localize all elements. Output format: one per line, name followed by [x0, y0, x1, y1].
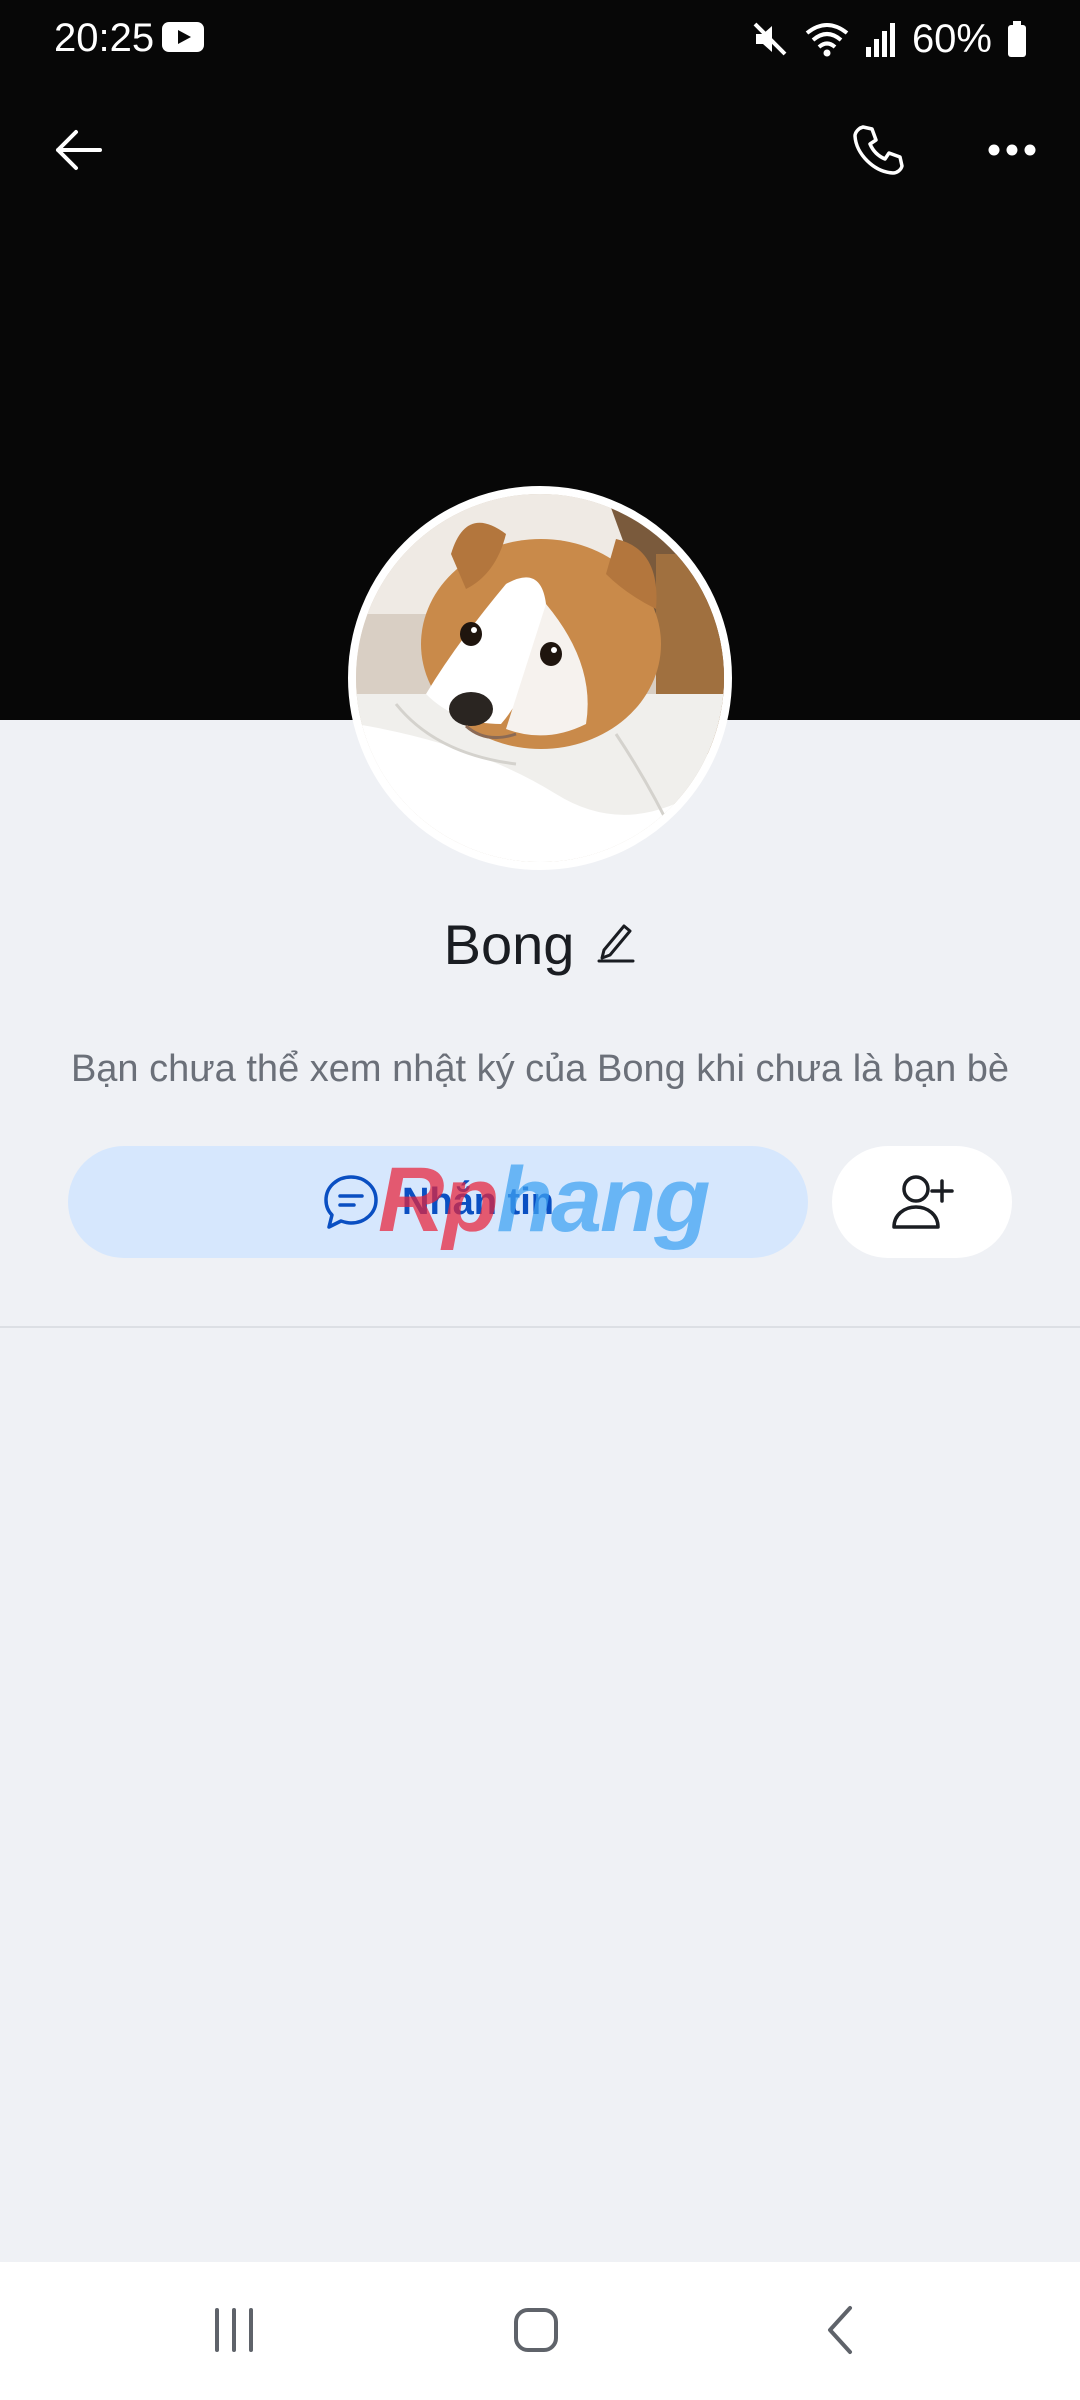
avatar[interactable]: [348, 486, 732, 870]
signal-icon: [865, 23, 895, 57]
status-icons: 60%: [750, 14, 1028, 64]
system-back-icon: [828, 2306, 852, 2354]
section-divider: [0, 1326, 1080, 1328]
status-time: 20:25: [54, 16, 155, 60]
edit-name-button[interactable]: [596, 912, 636, 977]
profile-name-row: Bong: [0, 912, 1080, 977]
battery-icon: [1008, 21, 1026, 57]
message-button-label: Nhắn tin: [402, 1180, 554, 1223]
back-arrow-icon: [56, 130, 102, 170]
back-button[interactable]: [38, 110, 118, 190]
chat-bubble-icon: [324, 1175, 378, 1229]
pencil-icon: [597, 924, 635, 963]
system-nav-bar: [0, 2262, 1080, 2400]
more-icon: [988, 144, 1036, 156]
recent-apps-icon: [215, 2308, 253, 2352]
status-bar: 20:25 60%: [0, 0, 1080, 80]
system-back-button[interactable]: [792, 2290, 888, 2370]
diary-restriction-notice: Bạn chưa thể xem nhật ký của Bong khi ch…: [70, 1048, 1010, 1090]
add-friend-button[interactable]: [832, 1146, 1012, 1258]
wifi-icon: [805, 23, 849, 57]
youtube-icon: [162, 22, 204, 52]
profile-name: Bong: [443, 913, 575, 976]
home-icon: [514, 2308, 558, 2352]
recent-apps-button[interactable]: [186, 2290, 282, 2370]
add-friend-icon: [892, 1175, 954, 1229]
more-button[interactable]: [972, 110, 1052, 190]
message-button[interactable]: Nhắn tin: [68, 1146, 808, 1258]
phone-icon: [853, 125, 904, 175]
call-button[interactable]: [838, 110, 918, 190]
dog-avatar-image: [356, 494, 724, 862]
battery-percent: 60%: [911, 16, 992, 61]
mute-icon: [753, 22, 787, 56]
home-button[interactable]: [488, 2290, 584, 2370]
